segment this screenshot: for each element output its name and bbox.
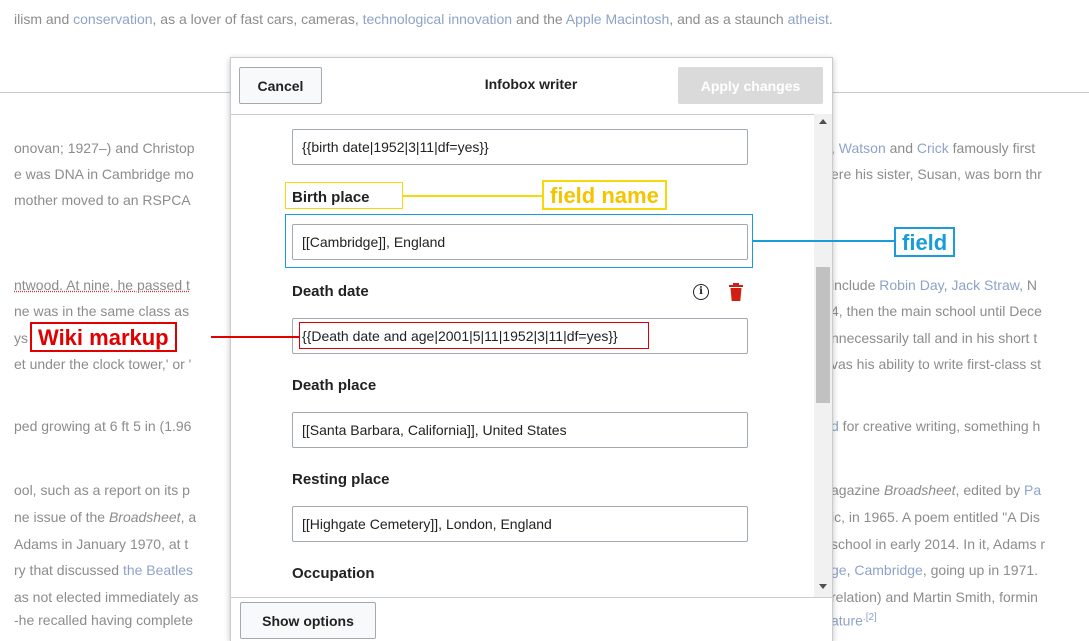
link-technological-innovation[interactable]: technological innovation	[363, 11, 512, 27]
article-right-line: agazine Broadsheet, edited by Pa	[831, 482, 1042, 498]
article-right-line: ere his sister, Susan, was born thr	[831, 166, 1042, 182]
article-left-line: ne issue of the Broadsheet, a	[14, 509, 197, 525]
link-conservation[interactable]: conservation	[73, 11, 152, 27]
article-right-line: school in early 2014. In it, Adams r	[831, 536, 1045, 552]
link-cambridge[interactable]: Cambridge	[854, 562, 922, 578]
resting-place-field[interactable]: [[Highgate Cemetery]], London, England	[292, 506, 748, 542]
article-left-line: ne was in the same class as	[14, 303, 190, 319]
article-left-line: ool, such as a report on its p	[14, 482, 190, 498]
link-robin-day[interactable]: Robin Day	[879, 277, 943, 293]
link-the-beatles[interactable]: the Beatles	[123, 562, 193, 578]
dialog-title: Infobox writer	[484, 76, 578, 92]
apply-changes-button[interactable]: Apply changes	[678, 67, 823, 104]
show-options-button[interactable]: Show options	[240, 602, 376, 639]
article-left-line: Adams in January 1970, at t	[14, 536, 189, 552]
article-right-line: ature.[2]	[831, 612, 877, 629]
article-right-line: vas his ability to write first-class st	[831, 356, 1042, 372]
trash-icon[interactable]	[728, 283, 744, 301]
infobox-writer-dialog: Cancel Infobox writer Apply changes {{bi…	[230, 57, 833, 641]
field-highlight	[285, 214, 753, 268]
wiki-markup-highlight	[299, 322, 649, 349]
death-place-label: Death place	[292, 377, 377, 394]
article-right-line: relation) and Martin Smith, formin	[831, 589, 1038, 605]
article-right-line: ge, Cambridge, going up in 1971.	[831, 562, 1039, 578]
link-apple-macintosh[interactable]: Apple Macintosh	[566, 11, 670, 27]
dialog-footer: Show options	[231, 597, 832, 641]
article-left-line: as not elected immediately as	[14, 589, 199, 605]
link-jack-straw[interactable]: Jack Straw	[951, 277, 1019, 293]
article-left-line: ped growing at 6 ft 5 in (1.96	[14, 418, 192, 434]
scrollbar-thumb[interactable]	[816, 267, 830, 403]
occupation-label: Occupation	[292, 565, 375, 582]
article-left-line: -he recalled having complete	[14, 612, 193, 628]
link-watson[interactable]: Watson	[839, 140, 886, 156]
link-rspca[interactable]: RSPCA	[142, 192, 190, 208]
field-name-connector	[403, 195, 543, 197]
link-literature[interactable]: ature	[831, 613, 863, 629]
birth-date-field[interactable]: {{birth date|1952|3|11|df=yes}}	[292, 129, 748, 165]
article-right-line: include Robin Day, Jack Straw, N	[831, 277, 1037, 293]
wiki-markup-connector	[211, 336, 299, 338]
article-left-line: mother moved to an RSPCA	[14, 192, 191, 208]
article-left-line: ys	[14, 330, 28, 346]
article-right-line: d for creative writing, something h	[831, 418, 1041, 434]
cancel-button[interactable]: Cancel	[239, 67, 322, 104]
scroll-down-icon[interactable]	[819, 584, 827, 589]
link-college[interactable]: ge	[831, 562, 847, 578]
field-connector	[753, 240, 895, 242]
link-editor[interactable]: Pa	[1024, 482, 1041, 498]
article-right-line: nnecessarily tall and in his short t	[831, 330, 1038, 346]
article-right-line: 4, then the main school until Dece	[831, 303, 1042, 319]
resting-place-label: Resting place	[292, 471, 390, 488]
article-right-line: ic, in 1965. A poem entitled "A Dis	[831, 509, 1040, 525]
article-left-line: ntwood. At nine, he passed t	[14, 277, 190, 293]
article-top-line: ilism and conservation, as a lover of fa…	[14, 11, 833, 27]
field-annotation: field	[894, 227, 956, 257]
article-left-line: et under the clock tower,' or '	[14, 356, 192, 372]
field-name-highlight	[285, 182, 403, 209]
dialog-scrollbar[interactable]	[814, 114, 832, 597]
death-date-label: Death date	[292, 283, 369, 300]
dialog-header: Cancel Infobox writer Apply changes	[231, 58, 832, 114]
article-left-line: onovan; 1927–) and Christop	[14, 140, 195, 156]
info-icon[interactable]: i	[693, 284, 709, 300]
field-name-annotation: field name	[542, 180, 667, 210]
wiki-markup-annotation: Wiki markup	[30, 322, 177, 352]
scroll-up-icon[interactable]	[819, 119, 827, 124]
death-place-field[interactable]: [[Santa Barbara, California]], United St…	[292, 412, 748, 448]
article-left-line: ry that discussed the Beatles	[14, 562, 193, 578]
link-atheist[interactable]: atheist	[788, 11, 829, 27]
article-left-line: e was DNA in Cambridge mo	[14, 166, 194, 182]
link-crick[interactable]: Crick	[917, 140, 949, 156]
article-right-line: , Watson and Crick famously first	[831, 140, 1036, 156]
